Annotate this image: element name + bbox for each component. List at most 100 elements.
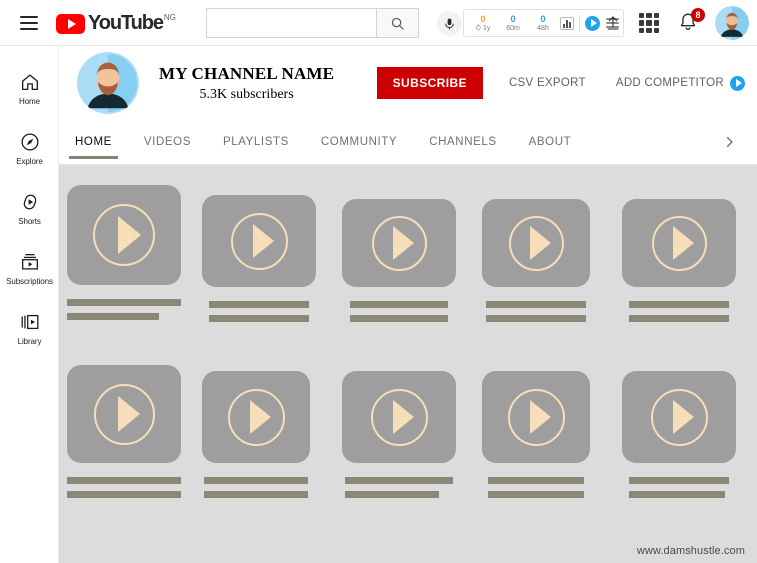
- vidiq-play-icon: [730, 75, 745, 91]
- play-icon: [651, 215, 707, 271]
- video-grid: www.damshustle.com: [59, 165, 757, 563]
- video-card[interactable]: [622, 371, 736, 498]
- youtube-logo[interactable]: YouTube NG: [56, 12, 176, 34]
- tab-home[interactable]: HOME: [59, 120, 128, 164]
- video-card[interactable]: [342, 199, 456, 322]
- tab-channels[interactable]: CHANNELS: [413, 120, 512, 164]
- placeholder-bar: [67, 491, 181, 498]
- tab-playlists[interactable]: PLAYLISTS: [207, 120, 305, 164]
- placeholder-bar: [204, 477, 308, 484]
- add-competitor-button[interactable]: ADD COMPETITOR: [615, 75, 745, 91]
- chevron-right-icon: [726, 136, 733, 148]
- video-thumbnail[interactable]: [342, 371, 456, 463]
- sidebar-item-home-label: Home: [19, 96, 40, 106]
- video-card[interactable]: [482, 371, 590, 498]
- sidebar-item-library[interactable]: Library: [0, 298, 59, 358]
- placeholder-bar: [486, 315, 586, 322]
- video-card[interactable]: [622, 199, 736, 322]
- placeholder-bar: [629, 491, 725, 498]
- search-input[interactable]: [206, 8, 376, 38]
- notification-badge: 8: [691, 8, 705, 22]
- play-icon: [227, 388, 285, 446]
- library-icon: [21, 314, 38, 329]
- video-title-placeholder: [67, 477, 181, 498]
- tab-about-label: ABOUT: [528, 136, 572, 148]
- sidebar-item-shorts[interactable]: Shorts: [0, 178, 59, 238]
- play-icon: [370, 388, 428, 446]
- play-icon: [230, 212, 288, 270]
- sidebar-item-library-label: Library: [17, 336, 42, 346]
- youtube-country-code: NG: [163, 12, 176, 22]
- video-card[interactable]: [67, 365, 181, 498]
- play-icon: [507, 388, 565, 446]
- video-title-placeholder: [345, 477, 453, 498]
- channel-actions: SUBSCRIBE CSV EXPORT ADD COMPETITOR: [376, 67, 745, 99]
- placeholder-bar: [629, 477, 729, 484]
- placeholder-bar: [209, 315, 309, 322]
- avatar[interactable]: [715, 6, 749, 40]
- upload-icon: [607, 16, 619, 30]
- bar-chart-icon[interactable]: [560, 16, 574, 30]
- tab-overflow[interactable]: [587, 120, 619, 164]
- tab-playlists-label: PLAYLISTS: [222, 136, 289, 148]
- add-competitor-label: ADD COMPETITOR: [615, 77, 724, 89]
- stat-48h[interactable]: 0 48h: [528, 14, 558, 33]
- vidiq-play-icon[interactable]: [585, 15, 600, 31]
- play-icon: [371, 215, 427, 271]
- video-card[interactable]: [202, 195, 316, 322]
- placeholder-bar: [345, 491, 439, 498]
- subscribe-button[interactable]: SUBSCRIBE: [376, 67, 483, 99]
- tab-videos-label: VIDEOS: [143, 136, 191, 148]
- play-icon: [508, 215, 564, 271]
- sidebar: Home Explore Shorts Subscriptions Librar…: [0, 46, 59, 563]
- voice-search-button[interactable]: [437, 11, 462, 36]
- play-icon: [650, 388, 708, 446]
- hamburger-menu-icon[interactable]: [20, 15, 38, 30]
- apps-grid-icon[interactable]: [639, 13, 659, 33]
- tab-videos[interactable]: VIDEOS: [128, 120, 207, 164]
- video-thumbnail[interactable]: [622, 199, 736, 287]
- watermark: www.damshustle.com: [636, 545, 745, 557]
- tab-about[interactable]: ABOUT: [513, 120, 588, 164]
- compass-icon: [20, 132, 39, 151]
- sidebar-item-explore-label: Explore: [16, 156, 43, 166]
- video-thumbnail[interactable]: [202, 371, 310, 463]
- placeholder-bar: [629, 301, 729, 308]
- vidiq-stats-widget: 0 ⏱ 1y 0 60m 0 48h: [463, 9, 624, 37]
- tabs-next-button[interactable]: [719, 132, 739, 152]
- channel-avatar[interactable]: [77, 52, 139, 114]
- sidebar-item-explore[interactable]: Explore: [0, 118, 59, 178]
- placeholder-bar: [67, 299, 181, 306]
- video-card[interactable]: [67, 185, 181, 320]
- video-card[interactable]: [202, 371, 310, 498]
- stat-1y-value: 0: [480, 13, 486, 24]
- sidebar-item-subscriptions-label: Subscriptions: [6, 276, 53, 286]
- video-thumbnail[interactable]: [67, 185, 181, 285]
- video-card[interactable]: [342, 371, 456, 498]
- stat-60m-label: 60m: [506, 24, 520, 32]
- video-card[interactable]: [482, 199, 590, 322]
- csv-export-button[interactable]: CSV EXPORT: [509, 77, 586, 89]
- play-icon: [93, 204, 155, 266]
- notifications-button[interactable]: 8: [677, 8, 705, 35]
- video-thumbnail[interactable]: [482, 371, 590, 463]
- video-title-placeholder: [67, 299, 181, 320]
- tab-community[interactable]: COMMUNITY: [305, 120, 413, 164]
- search-button[interactable]: [376, 8, 419, 38]
- video-thumbnail[interactable]: [202, 195, 316, 287]
- video-thumbnail[interactable]: [342, 199, 456, 287]
- video-thumbnail[interactable]: [482, 199, 590, 287]
- video-thumbnail[interactable]: [622, 371, 736, 463]
- sidebar-item-subscriptions[interactable]: Subscriptions: [0, 238, 59, 298]
- sidebar-item-home[interactable]: Home: [0, 58, 59, 118]
- stat-60m-value: 0: [510, 13, 516, 24]
- stat-1y[interactable]: 0 ⏱ 1y: [468, 14, 498, 33]
- placeholder-bar: [67, 477, 181, 484]
- top-bar: YouTube NG 0 ⏱ 1y 0 60m 0 48h 8: [0, 0, 757, 46]
- video-thumbnail[interactable]: [67, 365, 181, 463]
- stat-60m[interactable]: 0 60m: [498, 14, 528, 33]
- video-title-placeholder: [488, 477, 584, 498]
- channel-header: MY CHANNEL NAME 5.3K subscribers SUBSCRI…: [59, 46, 757, 120]
- upload-button[interactable]: [602, 12, 624, 34]
- youtube-logo-text: YouTube: [88, 11, 164, 34]
